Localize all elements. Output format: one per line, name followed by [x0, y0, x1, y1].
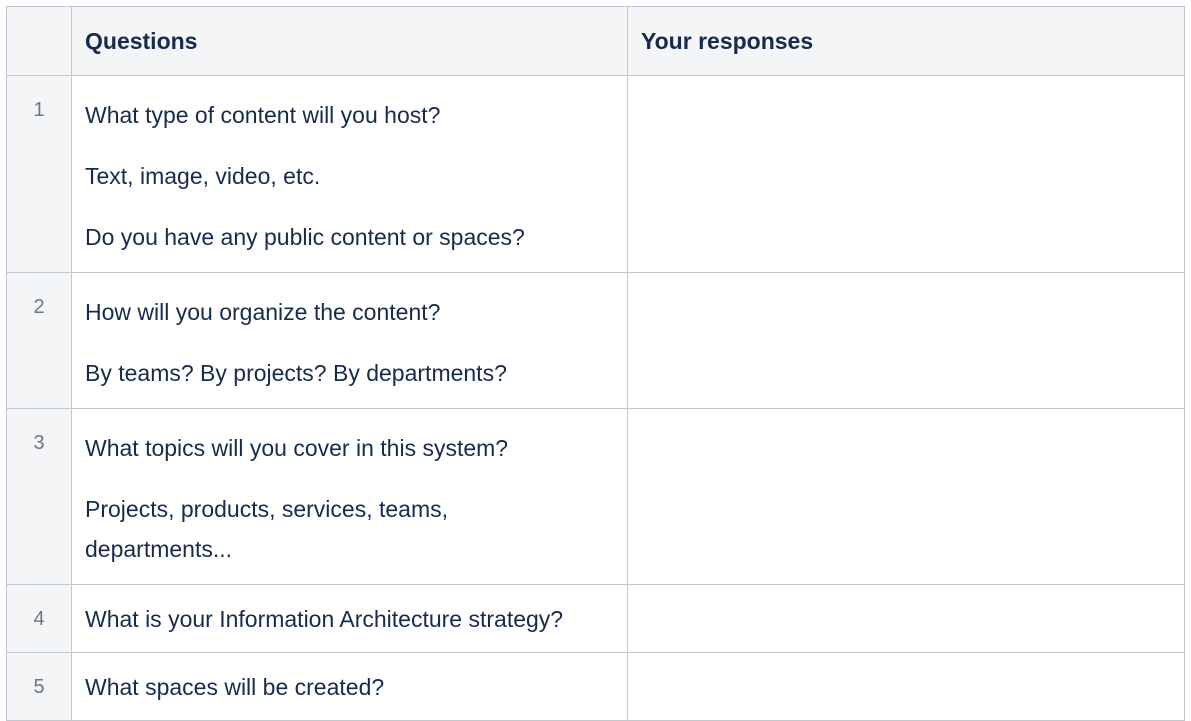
questions-column-header: Questions — [71, 6, 628, 76]
response-cell[interactable] — [627, 75, 1185, 273]
question-cell: What spaces will be created? — [71, 652, 628, 721]
row-number: 4 — [6, 584, 72, 653]
table-row: 4 What is your Information Architecture … — [6, 584, 1185, 653]
question-text: What spaces will be created? — [85, 674, 385, 700]
table-header-row: Questions Your responses — [6, 6, 1185, 76]
question-hint: Do you have any public content or spaces… — [85, 224, 525, 250]
row-number: 3 — [6, 408, 72, 585]
row-number: 5 — [6, 652, 72, 721]
question-cell: How will you organize the content? By te… — [71, 272, 628, 409]
question-cell: What is your Information Architecture st… — [71, 584, 628, 653]
table-row: 1 What type of content will you host? Te… — [6, 75, 1185, 273]
questions-table: Questions Your responses 1 What type of … — [6, 6, 1185, 721]
table-row: 3 What topics will you cover in this sys… — [6, 408, 1185, 585]
responses-column-header: Your responses — [627, 6, 1185, 76]
question-text: What type of content will you host? — [85, 102, 441, 128]
response-cell[interactable] — [627, 584, 1185, 653]
question-cell: What type of content will you host? Text… — [71, 75, 628, 273]
response-cell[interactable] — [627, 272, 1185, 409]
question-text: What is your Information Architecture st… — [85, 606, 564, 632]
question-text: What topics will you cover in this syste… — [85, 435, 509, 461]
question-hint: By teams? By projects? By departments? — [85, 360, 507, 386]
response-cell[interactable] — [627, 652, 1185, 721]
question-text: How will you organize the content? — [85, 299, 441, 325]
number-column-header — [6, 6, 72, 76]
questions-table-container: Questions Your responses 1 What type of … — [6, 6, 1185, 721]
response-cell[interactable] — [627, 408, 1185, 585]
row-number: 2 — [6, 272, 72, 409]
row-number: 1 — [6, 75, 72, 273]
table-row: 5 What spaces will be created? — [6, 652, 1185, 721]
question-cell: What topics will you cover in this syste… — [71, 408, 628, 585]
question-hint: Text, image, video, etc. — [85, 163, 321, 189]
question-hint: Projects, products, services, teams, dep… — [85, 496, 449, 562]
table-row: 2 How will you organize the content? By … — [6, 272, 1185, 409]
